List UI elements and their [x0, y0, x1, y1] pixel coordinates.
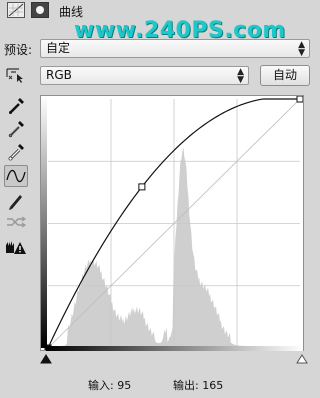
input-label: 输入:: [88, 379, 114, 392]
output-gradient-bar: [41, 96, 47, 348]
output-value: 165: [202, 379, 224, 392]
smooth-icon: [7, 216, 27, 228]
white-triangle-icon: [296, 354, 308, 364]
output-label: 输出:: [173, 379, 199, 392]
preset-select[interactable]: 自定 ▲ ▼: [40, 39, 310, 58]
input-gradient-bar: [46, 346, 303, 351]
black-eyedropper-icon: [9, 98, 24, 114]
white-point-slider[interactable]: [296, 353, 308, 367]
select-arrows-icon: ▲ ▼: [298, 40, 305, 58]
gray-eyedropper-tool[interactable]: [4, 117, 28, 139]
curve-point[interactable]: [296, 96, 303, 103]
input-readout: 输入: 95: [88, 377, 131, 393]
black-triangle-icon: [40, 354, 52, 364]
black-point-slider[interactable]: [40, 353, 52, 367]
target-adjust-tool[interactable]: [5, 66, 27, 84]
curve-canvas[interactable]: [41, 96, 303, 350]
curve-points-tool[interactable]: [4, 165, 28, 187]
clipping-warning-icon: [6, 241, 26, 254]
white-eyedropper-icon: [8, 144, 24, 161]
channel-value: RGB: [46, 68, 72, 82]
preset-label: 预设:: [4, 43, 33, 57]
curve-points-icon: [6, 169, 26, 183]
select-arrows-icon: ▲ ▼: [237, 67, 244, 85]
preset-value: 自定: [46, 41, 71, 55]
curve-graph[interactable]: [40, 95, 304, 351]
curves-adjustment-icon[interactable]: [7, 2, 25, 18]
channel-select[interactable]: RGB ▲ ▼: [40, 66, 249, 85]
curve-point[interactable]: [138, 183, 146, 191]
pencil-icon: [9, 195, 22, 210]
layer-mask-icon[interactable]: [31, 2, 49, 18]
auto-button[interactable]: 自动: [260, 65, 310, 86]
smooth-tool[interactable]: [4, 211, 28, 233]
input-value: 95: [117, 379, 132, 392]
output-readout: 输出: 165: [173, 377, 223, 393]
pencil-tool[interactable]: [4, 189, 28, 211]
target-adjust-icon: [6, 68, 23, 83]
gray-eyedropper-icon: [8, 121, 24, 138]
white-eyedropper-tool[interactable]: [4, 140, 28, 162]
black-eyedropper-tool[interactable]: [4, 94, 28, 116]
clipping-warning-tool[interactable]: [4, 236, 28, 258]
